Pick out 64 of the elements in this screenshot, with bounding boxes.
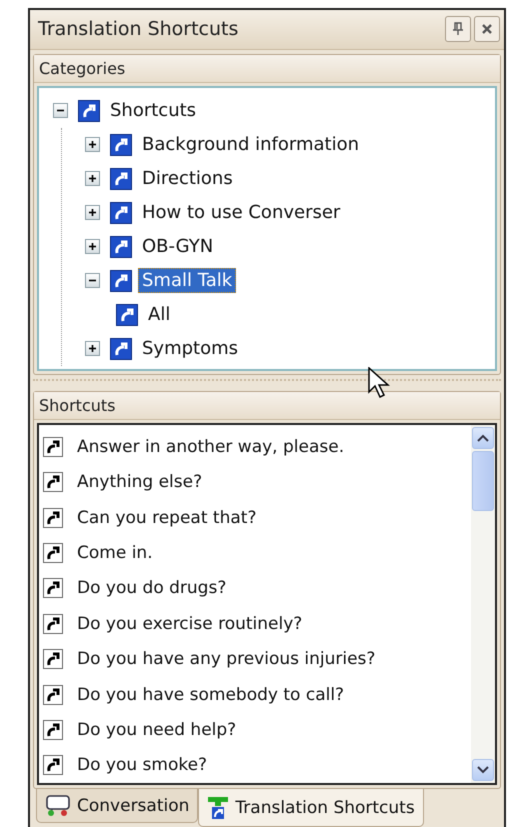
tree-item[interactable]: Symptoms [138,336,242,362]
shortcut-icon [207,796,230,820]
plus-icon [87,241,98,252]
shortcut-icon [78,100,100,122]
scrollbar-thumb[interactable] [472,451,494,512]
list-item[interactable]: Anything else? [77,472,202,492]
chat-screen-icon [45,794,71,816]
expander-button[interactable] [85,239,100,254]
list-item[interactable]: Answer in another way, please. [77,436,344,457]
shortcut-icon [110,202,132,224]
expander-button[interactable] [85,137,100,152]
list-item[interactable]: Can you repeat that? [77,508,256,528]
close-icon [481,23,493,36]
shortcut-icon [110,270,132,292]
expander-button[interactable] [85,341,100,356]
expander-button[interactable] [85,273,100,288]
shortcut-icon [43,614,63,634]
tree-item[interactable]: Small Talk [138,268,236,294]
list-item[interactable]: Come in. [77,542,153,563]
section-header: Shortcuts [39,396,116,416]
tree-item[interactable]: OB-GYN [138,234,218,260]
list-item[interactable]: Do you smoke? [77,755,208,776]
window-title: Translation Shortcuts [38,18,240,40]
section-header: Categories [39,58,126,78]
shortcut-icon [116,304,138,326]
close-button[interactable] [474,16,500,42]
tree-item[interactable]: Background information [138,132,363,158]
pin-icon [452,22,464,36]
list-item[interactable]: Do you need help? [77,720,236,740]
shortcut-icon [43,472,63,492]
expander-button[interactable] [85,205,100,220]
shortcut-icon [110,168,132,190]
shortcut-icon [43,578,63,598]
shortcut-icon [43,436,63,457]
tree-item[interactable]: Directions [138,166,237,192]
tree-item[interactable]: All [144,302,174,328]
pin-button[interactable] [445,16,471,42]
shortcut-icon [43,649,63,670]
shortcut-icon [43,684,63,705]
caret-down-icon [477,766,489,774]
list-item[interactable]: Do you do drugs? [77,578,226,598]
tab[interactable]: Translation Shortcuts [198,789,424,827]
plus-icon [87,173,98,184]
caret-up-icon [477,434,489,442]
list-item[interactable]: Do you have any previous injuries? [77,649,376,670]
list-item[interactable]: Do you exercise routinely? [77,614,302,634]
list-item[interactable]: Do you have somebody to call? [77,684,344,705]
shortcut-icon [110,236,132,258]
shortcut-icon [43,755,63,776]
shortcut-icon [43,720,63,740]
scroll-up-button[interactable] [472,427,494,450]
shortcut-icon [110,134,132,156]
shortcut-icon [43,542,63,563]
expander-button[interactable] [85,171,100,186]
plus-icon [87,139,98,150]
expander-button[interactable] [53,103,68,118]
tree-item[interactable]: How to use Converser [138,200,344,226]
plus-icon [87,343,98,354]
shortcut-icon [110,338,132,360]
shortcut-icon [43,508,63,528]
plus-icon [87,207,98,218]
tree-item[interactable]: Shortcuts [106,98,200,124]
scroll-down-button[interactable] [472,759,494,781]
tab[interactable]: Conversation [36,789,198,823]
